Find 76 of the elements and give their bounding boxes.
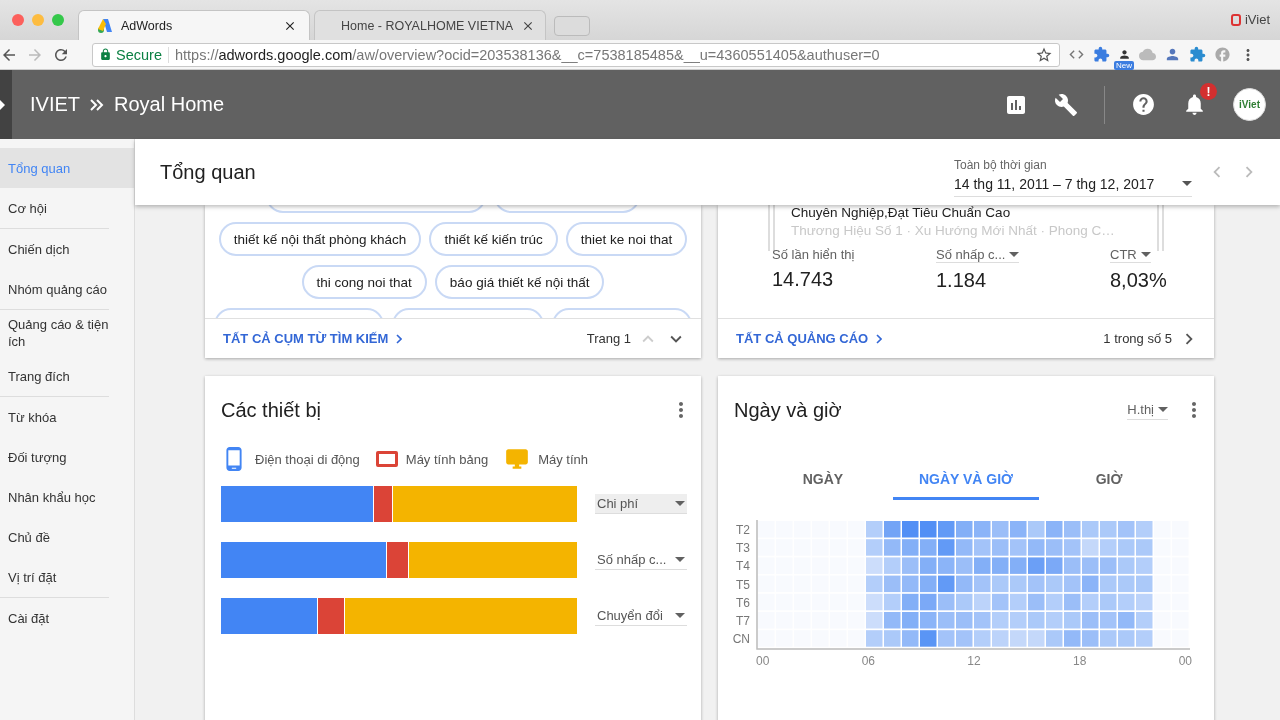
wrench-icon[interactable] <box>1054 92 1078 117</box>
sidebar-item[interactable]: Đối tượng <box>0 437 134 477</box>
sidebar-item[interactable]: Chiến dịch <box>0 229 134 269</box>
legend-label: Máy tính <box>538 451 589 467</box>
keyword-chip: báo giá thiết kế nội thất <box>434 265 605 299</box>
sidebar-item[interactable]: Nhóm quảng cáo <box>0 269 134 309</box>
dropdown-arrow-icon <box>675 613 685 618</box>
sidebar-item[interactable]: Chủ đề <box>0 517 134 557</box>
legend-label: Máy tính bảng <box>405 451 489 467</box>
axis-label: 12 <box>967 654 981 668</box>
account-avatar[interactable]: iViet <box>1233 88 1266 121</box>
keyword-chip: thiết kế nội thất phòng khách <box>218 222 422 256</box>
metric-value: 14.743 <box>772 268 835 291</box>
page-indicator: 1 trong số 5 <box>1103 331 1172 346</box>
page-title: Tổng quan <box>160 160 257 184</box>
view-tab[interactable]: GIỜ <box>1039 460 1180 500</box>
axis-label: 00 <box>756 654 770 668</box>
keyword-chip: thiet ke noi that <box>565 222 688 256</box>
axis-label: 00 <box>1178 654 1192 668</box>
dropdown-arrow-icon <box>1158 407 1168 412</box>
metric-label[interactable]: Số nhấp c... <box>936 247 1020 263</box>
dropdown-arrow-icon <box>1140 252 1151 257</box>
browser-tab[interactable]: AdWords <box>78 10 310 40</box>
chevron-right-icon <box>396 333 403 344</box>
view-tab[interactable]: NGÀY <box>752 460 893 500</box>
sidebar-item[interactable]: Cơ hội <box>0 188 134 228</box>
dropdown-arrow-icon <box>675 501 685 506</box>
all-search-terms-link[interactable]: TẤT CẢ CỤM TỪ TÌM KIẾM <box>223 331 581 346</box>
sidebar-item[interactable]: Từ khóa <box>0 397 134 437</box>
all-ads-link[interactable]: TẤT CẢ QUẢNG CÁO <box>736 331 1098 346</box>
view-tab[interactable]: NGÀY VÀ GIỜ <box>892 460 1040 500</box>
metric-dropdown[interactable]: Chi phí <box>595 494 687 514</box>
metric-dropdown[interactable]: H.thị <box>1127 400 1168 420</box>
dropdown-arrow-icon <box>1009 252 1020 257</box>
keyword-chip: thi cong noi that <box>301 265 427 299</box>
sidebar-item[interactable]: Nhân khẩu học <box>0 477 134 517</box>
chevron-right-icon <box>876 333 883 344</box>
date-range-picker[interactable]: Toàn bộ thời gian 14 thg 11, 2011 – 7 thg 12, 2017 <box>954 157 1192 197</box>
card-title: Ngày và giờ <box>734 398 843 422</box>
double-chevron-icon <box>90 98 104 111</box>
axis-label: T6 <box>735 594 751 612</box>
metric-value: 8,03% <box>1110 269 1168 292</box>
person-icon[interactable] <box>1118 48 1131 61</box>
collapsed-panel-edge[interactable] <box>0 70 12 139</box>
lock-icon <box>99 48 112 61</box>
axis-label: CN <box>731 631 751 649</box>
help-icon[interactable] <box>1131 92 1156 117</box>
notification-badge: ! <box>1200 83 1217 100</box>
axis-label: T7 <box>735 612 751 630</box>
address-bar[interactable]: Secure https://adwords.google.com/aw/overview?ocid=203538136&__c=7538185485&__u=4360551405&authuser=0 <box>92 42 1060 67</box>
axis-label: T3 <box>735 540 751 558</box>
browser-tab[interactable]: Home - ROYALHOME VIETNA <box>314 10 546 40</box>
sidebar-item[interactable]: Quảng cáo & tiện ích <box>0 310 134 356</box>
account-name[interactable]: IVIET <box>30 93 80 116</box>
dropdown-arrow-icon <box>675 557 685 562</box>
page-indicator: Trang 1 <box>586 331 631 346</box>
metric-dropdown[interactable]: Chuyển đổi <box>595 606 687 626</box>
metric-dropdown[interactable]: Số nhấp c... <box>595 550 687 570</box>
profile-button[interactable]: iViet <box>1230 12 1270 27</box>
dropdown-arrow-icon <box>1182 181 1192 186</box>
axis-label: T2 <box>735 522 751 539</box>
sidebar-item[interactable]: Trang đích <box>0 356 134 396</box>
axis-label: 18 <box>1072 654 1087 668</box>
axis-label: T5 <box>735 576 751 594</box>
triangle-logo-icon <box>97 17 113 34</box>
axis-label: 06 <box>861 654 875 668</box>
metric-value: 1.184 <box>936 269 988 292</box>
legend-label: Điện thoại di động <box>255 451 360 467</box>
account-name[interactable]: Royal Home <box>114 93 225 116</box>
axis-label: T4 <box>735 558 751 576</box>
keyword-chip: thiết kế kiến trúc <box>429 222 558 256</box>
card-title: Các thiết bị <box>221 398 323 422</box>
sidebar-item[interactable]: Vị trí đặt <box>0 557 134 597</box>
new-badge: New <box>1114 61 1134 70</box>
metric-label[interactable]: CTR <box>1110 247 1151 263</box>
sidebar-item[interactable]: Cài đặt <box>0 598 134 638</box>
